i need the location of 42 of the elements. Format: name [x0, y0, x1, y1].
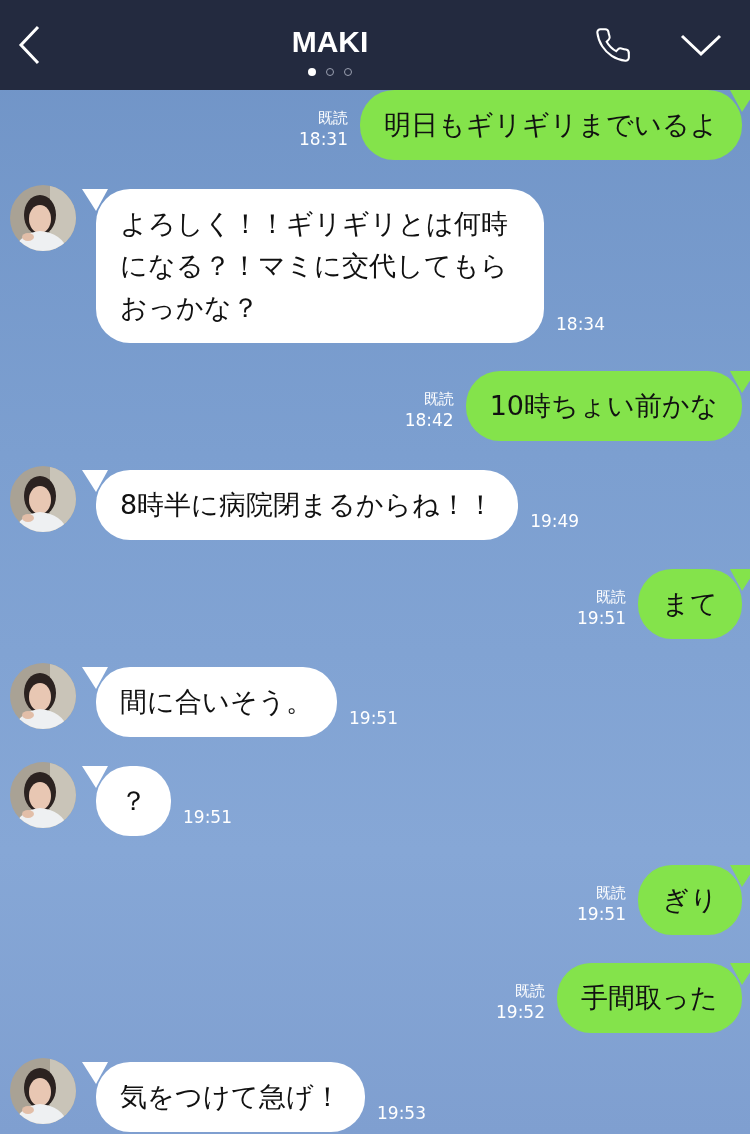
message-bubble: 10時ちょい前かな: [465, 371, 742, 442]
message-bubble: まて: [638, 568, 742, 639]
message-time: 18:34: [556, 312, 605, 335]
message-time: 19:51: [183, 805, 232, 828]
bubble-tail: [730, 963, 750, 986]
message-bubble: 気をつけて急げ！: [96, 1061, 365, 1132]
message-bubble: ぎり: [638, 864, 742, 935]
bubble-tail: [82, 469, 108, 492]
menu-button[interactable]: [680, 33, 722, 57]
bubble-tail: [82, 667, 108, 690]
page-dot[interactable]: [308, 68, 316, 76]
message-bubble: 手間取った: [557, 963, 742, 1034]
message-time: 19:51: [577, 606, 626, 629]
bubble-tail: [730, 864, 750, 887]
message-time: 18:31: [299, 128, 348, 150]
chat-title: MAKI: [291, 26, 369, 58]
message-time: 19:52: [496, 1001, 545, 1024]
message-bubble: 明日もギリギリまでいるよ: [360, 90, 742, 160]
read-receipt: 既読: [318, 108, 348, 128]
read-receipt: 既読: [423, 389, 454, 410]
bubble-tail: [730, 568, 750, 591]
chevron-down-icon: [680, 33, 722, 57]
call-button[interactable]: [594, 26, 632, 64]
message-bubble: ？: [96, 765, 171, 836]
read-receipt: 既読: [596, 882, 626, 903]
read-receipt: 既読: [515, 981, 545, 1002]
message-time: 19:51: [577, 902, 626, 925]
message-bubble: よろしく！！ギリギリとは何時になる？！マミに交代してもらおっかな？: [96, 188, 544, 343]
bubble-tail: [82, 765, 108, 788]
read-receipt: 既読: [596, 586, 626, 607]
message-bubble: 間に合いそう。: [96, 667, 337, 738]
message-time: 19:53: [377, 1101, 426, 1124]
message-bubble: 8時半に病院閉まるからね！！: [96, 469, 519, 540]
bubble-tail: [82, 1061, 108, 1084]
bubble-tail: [82, 188, 108, 211]
message-time: 19:49: [530, 509, 580, 532]
message-time: 18:42: [404, 409, 454, 432]
phone-icon: [594, 26, 632, 64]
bubble-tail: [730, 371, 750, 394]
back-icon: [17, 25, 41, 65]
message-time: 19:51: [349, 707, 398, 730]
bubble-tail: [730, 90, 750, 112]
